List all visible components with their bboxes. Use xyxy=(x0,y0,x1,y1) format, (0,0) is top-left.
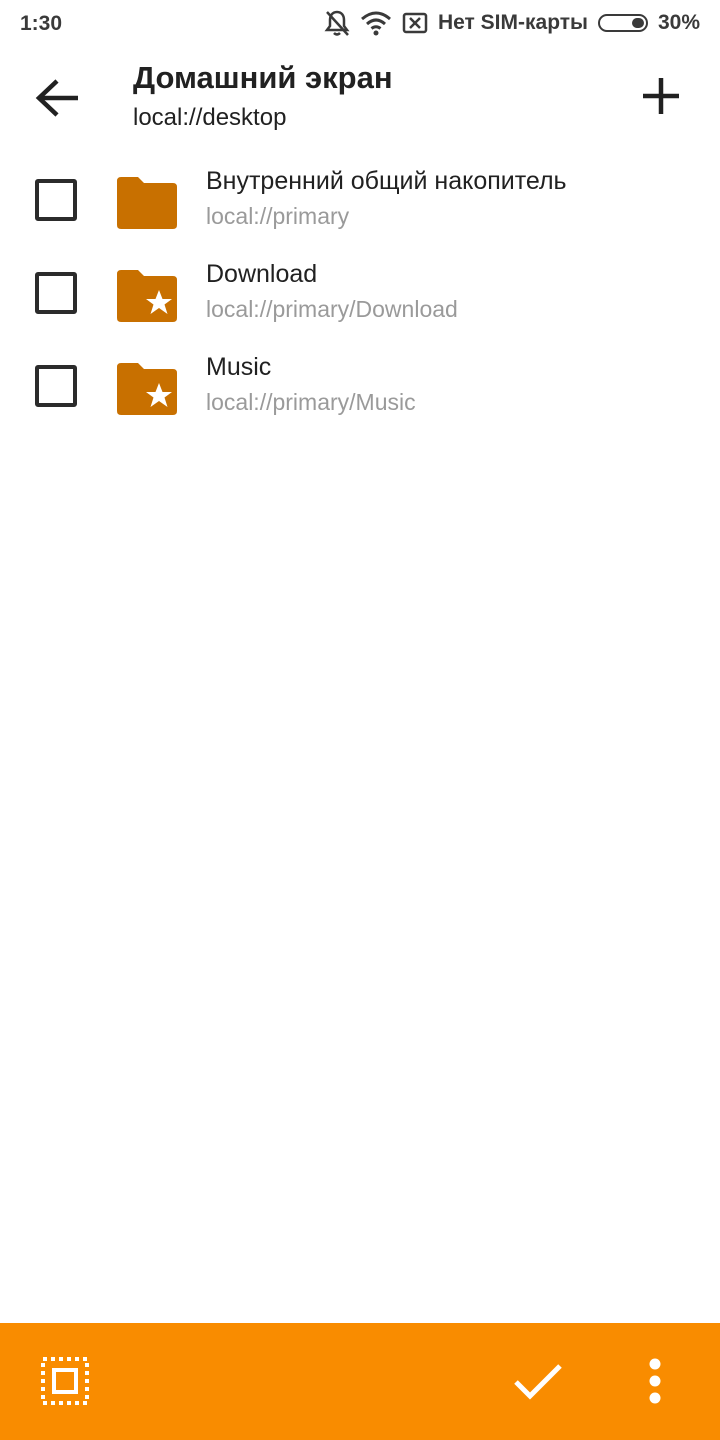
back-button[interactable] xyxy=(22,62,94,134)
mute-notifications-icon xyxy=(324,9,350,37)
folder-star-icon xyxy=(117,363,177,415)
item-path: local://primary/Music xyxy=(206,389,416,415)
page-title: Домашний экран xyxy=(133,60,393,95)
list-item[interactable]: Download local://primary/Download xyxy=(0,248,720,341)
select-all-button[interactable] xyxy=(29,1345,101,1417)
item-path: local://primary/Download xyxy=(206,296,458,322)
list-item[interactable]: Music local://primary/Music xyxy=(0,341,720,434)
carrier-label: Нет SIM-карты xyxy=(437,11,588,34)
item-checkbox[interactable] xyxy=(35,179,77,221)
battery-percent: 30% xyxy=(657,11,700,34)
wifi-icon xyxy=(360,10,392,36)
item-title: Download xyxy=(206,260,318,288)
more-vert-icon xyxy=(649,1358,661,1404)
select-all-icon xyxy=(41,1357,89,1405)
folder-star-icon xyxy=(117,270,177,322)
status-time: 1:30 xyxy=(20,12,63,35)
list-item[interactable]: Внутренний общий накопитель local://prim… xyxy=(0,155,720,248)
arrow-back-icon xyxy=(35,79,78,117)
app-bar: Домашний экран local://desktop xyxy=(0,50,720,145)
check-icon xyxy=(514,1364,562,1400)
item-path: local://primary xyxy=(206,203,350,229)
item-title: Внутренний общий накопитель xyxy=(206,167,567,195)
status-icons: Нет SIM-карты 30% xyxy=(324,9,700,37)
plus-icon xyxy=(643,78,679,114)
confirm-button[interactable] xyxy=(502,1345,574,1417)
page-subtitle: local://desktop xyxy=(133,104,287,131)
item-title: Music xyxy=(206,353,272,381)
item-checkbox[interactable] xyxy=(35,272,77,314)
status-bar: 1:30 Нет SIM-карты 30% xyxy=(0,0,720,50)
no-sim-icon xyxy=(402,12,428,34)
folder-icon xyxy=(117,177,177,229)
item-checkbox[interactable] xyxy=(35,365,77,407)
folder-list: Внутренний общий накопитель local://prim… xyxy=(0,155,720,434)
more-options-button[interactable] xyxy=(619,1345,691,1417)
add-button[interactable] xyxy=(625,60,697,132)
battery-icon xyxy=(597,14,648,32)
bottom-action-bar xyxy=(0,1323,720,1440)
